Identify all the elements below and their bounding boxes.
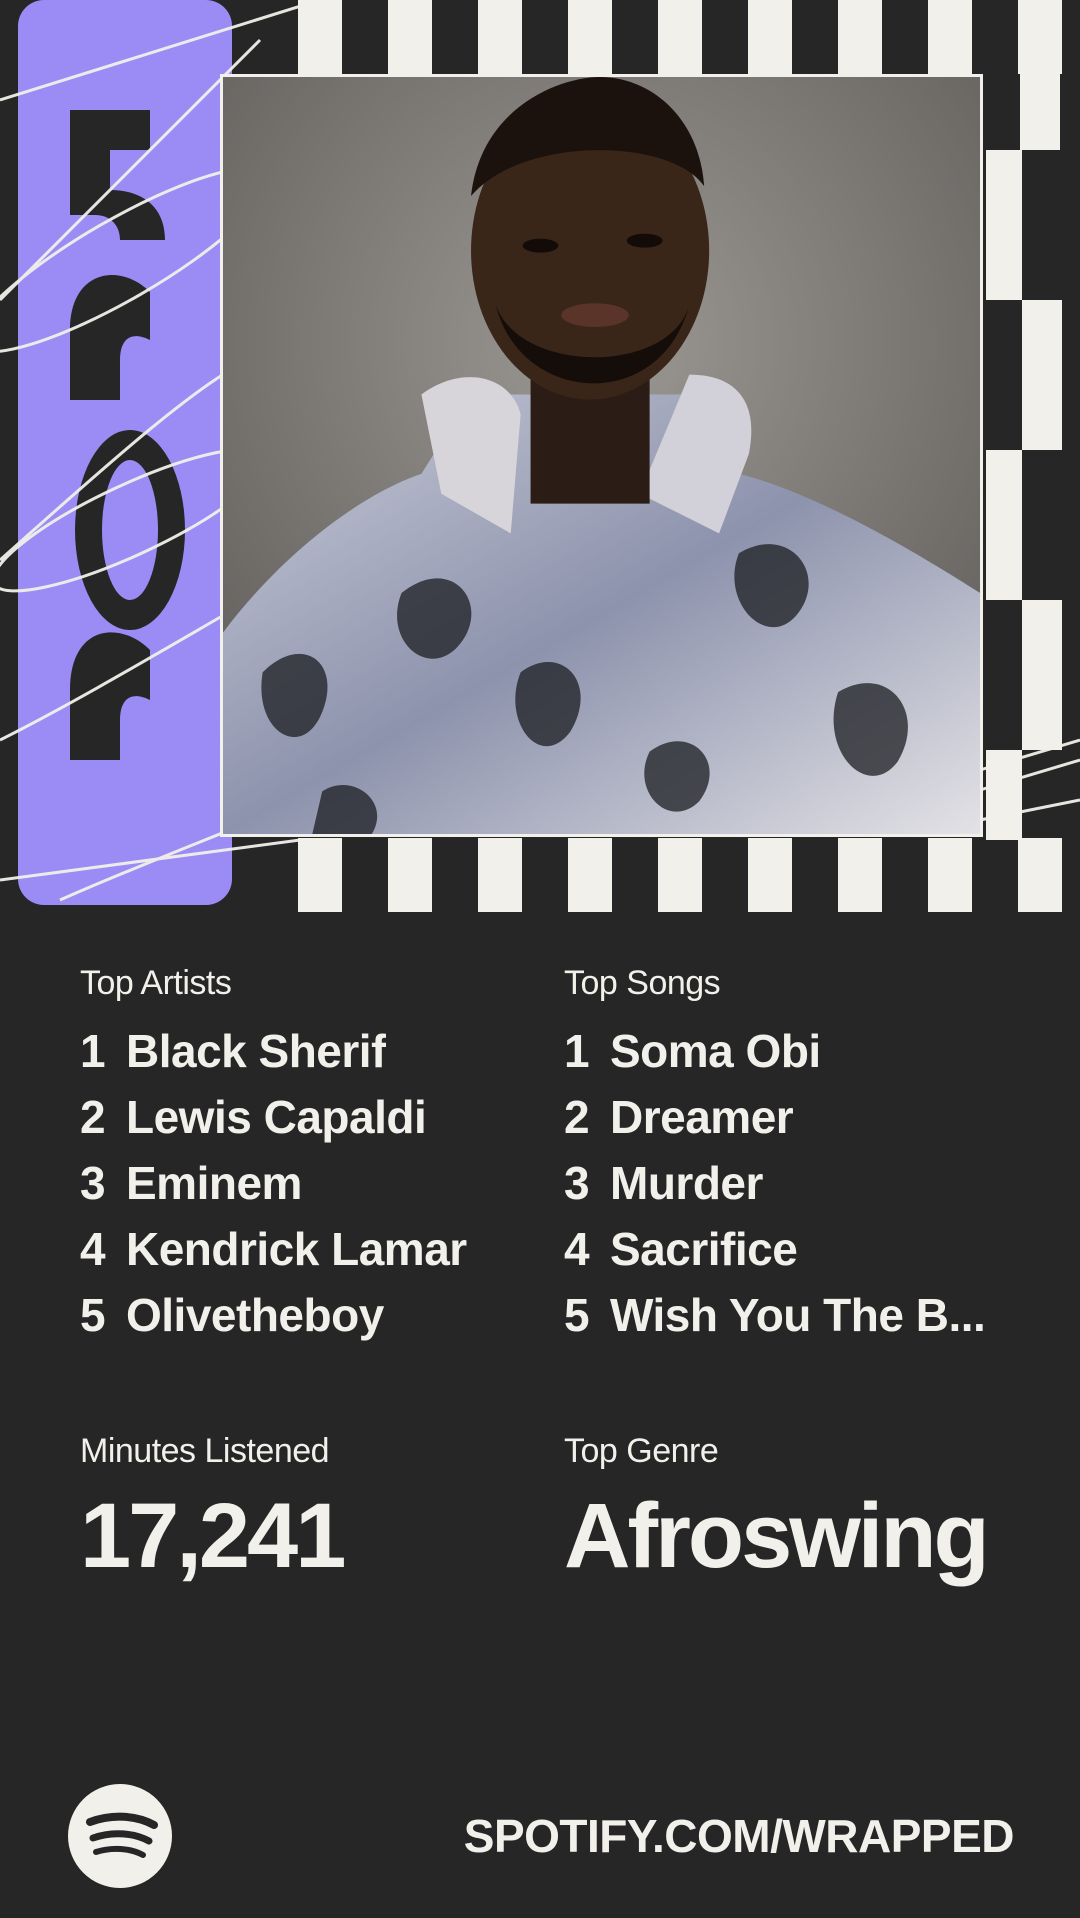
minutes-listened-value: 17,241 bbox=[80, 1485, 346, 1587]
top-genre-section: Top Genre Afroswing bbox=[564, 1428, 1064, 1586]
top-songs-list: 1 Soma Obi 2 Dreamer 3 Murder 4 Sacrific… bbox=[564, 1024, 1024, 1354]
song-list-item: 5 Wish You The B... bbox=[564, 1288, 1024, 1354]
rank-number: 5 bbox=[564, 1289, 590, 1341]
artist-list-item: 4 Kendrick Lamar bbox=[80, 1222, 540, 1288]
song-list-item: 2 Dreamer bbox=[564, 1090, 1024, 1156]
rank-number: 3 bbox=[80, 1157, 106, 1209]
song-title: Soma Obi bbox=[610, 1025, 821, 1077]
bottom-stripes bbox=[298, 838, 1062, 912]
rank-number: 2 bbox=[564, 1091, 590, 1143]
artist-list-item: 1 Black Sherif bbox=[80, 1024, 540, 1090]
spotify-logo-icon[interactable] bbox=[68, 1784, 172, 1888]
top-stripes bbox=[298, 0, 1062, 74]
artist-list-item: 5 Olivetheboy bbox=[80, 1288, 540, 1354]
song-title: Wish You The B... bbox=[610, 1289, 986, 1341]
top-genre-label: Top Genre bbox=[564, 1432, 719, 1470]
minutes-listened-label: Minutes Listened bbox=[80, 1432, 330, 1470]
song-list-item: 1 Soma Obi bbox=[564, 1024, 1024, 1090]
top-artists-list: 1 Black Sherif 2 Lewis Capaldi 3 Eminem … bbox=[80, 1024, 540, 1354]
rank-number: 1 bbox=[80, 1025, 106, 1077]
top-songs-section: Top Songs 1 Soma Obi 2 Dreamer 3 Murder … bbox=[564, 960, 1024, 1354]
year-2025-graphic bbox=[18, 0, 232, 905]
artist-list-item: 3 Eminem bbox=[80, 1156, 540, 1222]
rank-number: 4 bbox=[80, 1223, 106, 1275]
song-list-item: 3 Murder bbox=[564, 1156, 1024, 1222]
artist-name: Black Sherif bbox=[126, 1025, 386, 1077]
song-list-item: 4 Sacrifice bbox=[564, 1222, 1024, 1288]
song-title: Dreamer bbox=[610, 1091, 794, 1143]
song-title: Murder bbox=[610, 1157, 763, 1209]
rank-number: 5 bbox=[80, 1289, 106, 1341]
top-songs-label: Top Songs bbox=[564, 964, 721, 1002]
minutes-listened-section: Minutes Listened 17,241 bbox=[80, 1428, 540, 1586]
rank-number: 3 bbox=[564, 1157, 590, 1209]
rank-number: 2 bbox=[80, 1091, 106, 1143]
song-title: Sacrifice bbox=[610, 1223, 798, 1275]
rank-number: 4 bbox=[564, 1223, 590, 1275]
artist-name: Olivetheboy bbox=[126, 1289, 384, 1341]
top-artists-label: Top Artists bbox=[80, 964, 232, 1002]
artist-name: Lewis Capaldi bbox=[126, 1091, 427, 1143]
artist-list-item: 2 Lewis Capaldi bbox=[80, 1090, 540, 1156]
right-checker bbox=[986, 0, 1062, 840]
wrapped-artwork bbox=[0, 0, 1080, 912]
artist-portrait-image bbox=[223, 77, 980, 834]
artist-name: Eminem bbox=[126, 1157, 302, 1209]
wrapped-url-link[interactable]: SPOTIFY.COM/WRAPPED bbox=[464, 1808, 1015, 1864]
top-artists-section: Top Artists 1 Black Sherif 2 Lewis Capal… bbox=[80, 960, 540, 1354]
top-genre-value: Afroswing bbox=[564, 1485, 990, 1587]
rank-number: 1 bbox=[564, 1025, 590, 1077]
artist-name: Kendrick Lamar bbox=[126, 1223, 467, 1275]
artist-photo bbox=[220, 74, 983, 837]
